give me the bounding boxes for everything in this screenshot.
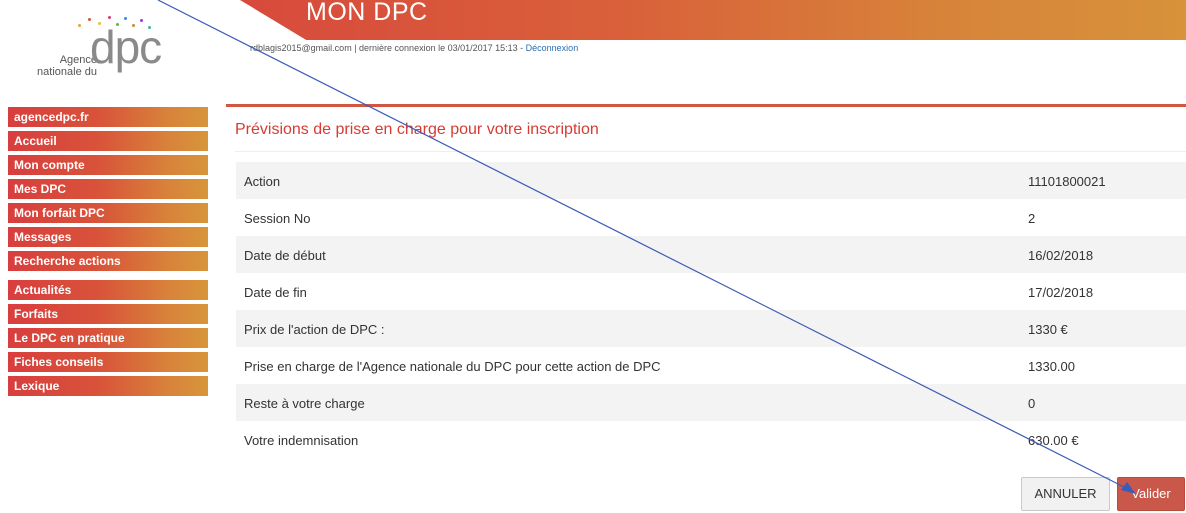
sidebar-item-mon-compte[interactable]: Mon compte xyxy=(8,155,208,175)
logout-link[interactable]: Déconnexion xyxy=(526,43,579,53)
row-value: 0 xyxy=(1028,396,1036,411)
row-value: 2 xyxy=(1028,211,1036,226)
row-value: 17/02/2018 xyxy=(1028,285,1094,300)
row-value: 630.00 € xyxy=(1028,433,1079,448)
sidebar-item-agencedpc[interactable]: agencedpc.fr xyxy=(8,107,208,127)
row-label: Session No xyxy=(244,211,311,226)
row-label: Prise en charge de l'Agence nationale du… xyxy=(244,359,661,374)
last-login: | dernière connexion le 03/01/2017 15:13… xyxy=(351,43,526,53)
logo-text: Agence nationale du xyxy=(37,54,97,78)
sidebar-item-messages[interactable]: Messages xyxy=(8,227,208,247)
row-label: Date de fin xyxy=(244,285,307,300)
agence-dpc-logo[interactable]: Agence nationale du dpc xyxy=(30,10,180,80)
table-row: Votre indemnisation 630.00 € xyxy=(236,421,1186,458)
cancel-button[interactable]: ANNULER xyxy=(1021,477,1110,511)
page: Agence nationale du dpc MON DPC rdblagis… xyxy=(0,0,1186,513)
row-value: 16/02/2018 xyxy=(1028,248,1094,263)
row-value: 1330.00 xyxy=(1028,359,1075,374)
logo-line-2: nationale du xyxy=(37,66,97,78)
row-label: Reste à votre charge xyxy=(244,396,365,411)
row-label: Votre indemnisation xyxy=(244,433,359,448)
table-row: Reste à votre charge 0 xyxy=(236,384,1186,421)
table-row: Session No 2 xyxy=(236,199,1186,236)
user-email: rdblagis2015@gmail.com xyxy=(250,43,352,53)
table-row: Prix de l'action de DPC : 1330 € xyxy=(236,310,1186,347)
sidebar-item-fiches-conseils[interactable]: Fiches conseils xyxy=(8,352,208,372)
row-value: 1330 € xyxy=(1028,322,1068,337)
logo-line-1: Agence xyxy=(59,54,97,66)
user-info-line: rdblagis2015@gmail.com | dernière connex… xyxy=(250,43,578,53)
sidebar-nav: agencedpc.fr Accueil Mon compte Mes DPC … xyxy=(8,107,208,400)
sidebar-item-lexique[interactable]: Lexique xyxy=(8,376,208,396)
page-title: MON DPC xyxy=(306,0,428,26)
row-label: Action xyxy=(244,174,281,189)
logo-mark: dpc xyxy=(90,21,162,73)
row-label: Date de début xyxy=(244,248,326,263)
sidebar-item-forfaits[interactable]: Forfaits xyxy=(8,304,208,324)
prise-en-charge-table: Action 11101800021 Session No 2 Date de … xyxy=(236,162,1186,458)
sidebar-item-dpc-en-pratique[interactable]: Le DPC en pratique xyxy=(8,328,208,348)
sidebar-item-recherche-actions[interactable]: Recherche actions xyxy=(8,251,208,271)
validate-button[interactable]: Valider xyxy=(1117,477,1185,511)
row-label: Prix de l'action de DPC : xyxy=(244,322,385,337)
sidebar-item-actualites[interactable]: Actualités xyxy=(8,280,208,300)
table-row: Action 11101800021 xyxy=(236,162,1186,199)
table-row: Prise en charge de l'Agence nationale du… xyxy=(236,347,1186,384)
sidebar-item-mes-dpc[interactable]: Mes DPC xyxy=(8,179,208,199)
panel-divider xyxy=(235,151,1186,152)
table-row: Date de début 16/02/2018 xyxy=(236,236,1186,273)
sidebar-item-mon-forfait[interactable]: Mon forfait DPC xyxy=(8,203,208,223)
panel-title: Prévisions de prise en charge pour votre… xyxy=(235,121,599,138)
prise-en-charge-panel: Prévisions de prise en charge pour votre… xyxy=(226,104,1186,513)
table-row: Date de fin 17/02/2018 xyxy=(236,273,1186,310)
sidebar-item-accueil[interactable]: Accueil xyxy=(8,131,208,151)
row-value: 11101800021 xyxy=(1028,174,1106,189)
